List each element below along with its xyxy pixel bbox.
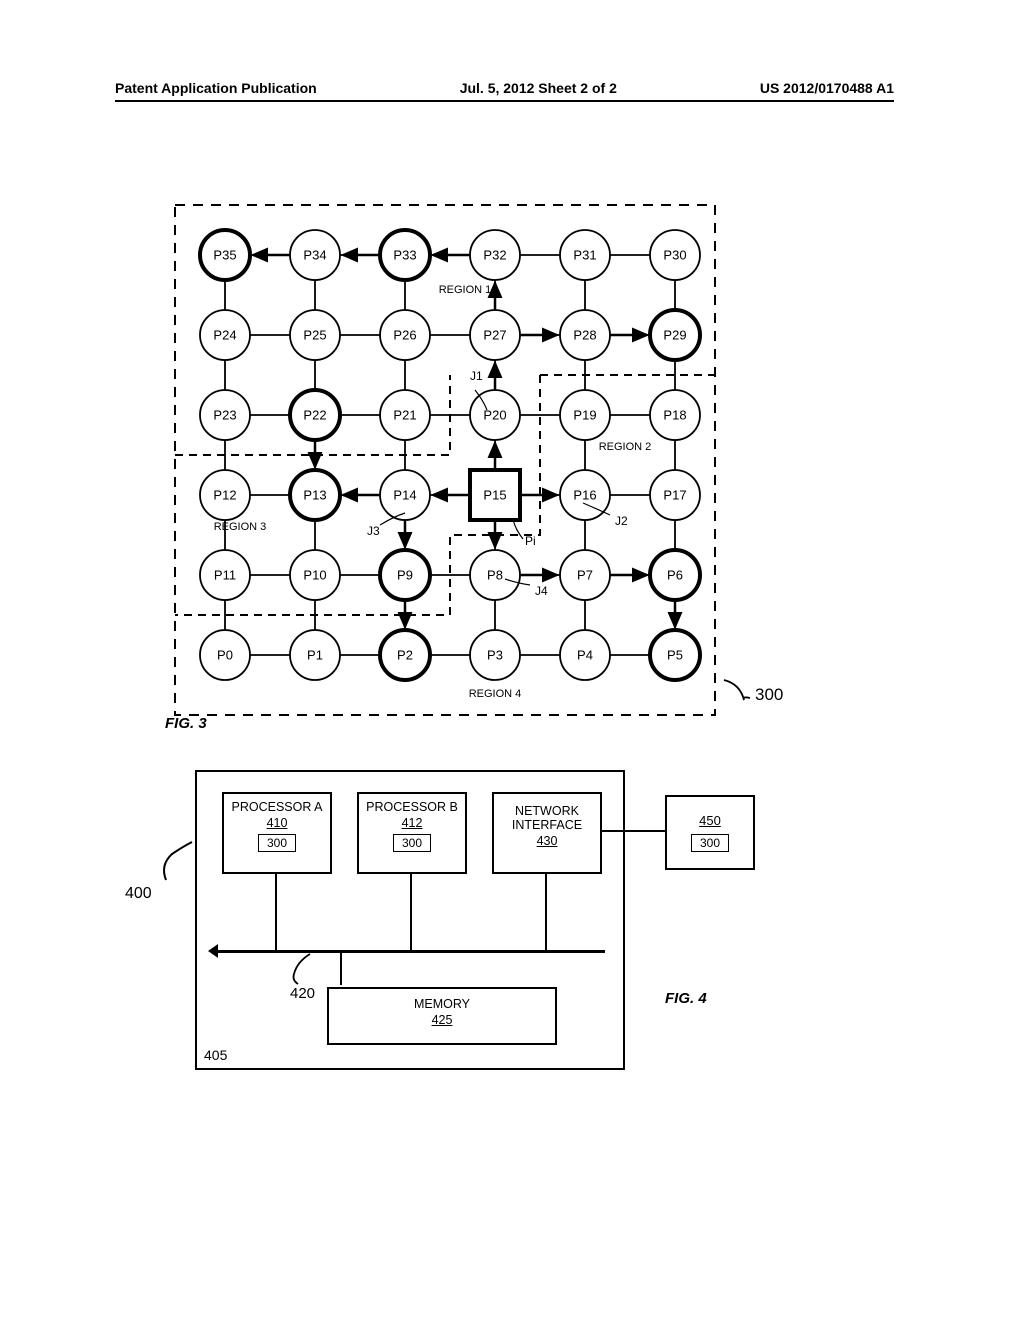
node-p1: P1 <box>307 648 323 663</box>
bus-arrow-icon <box>206 942 220 960</box>
processor-b-num: 412 <box>359 816 465 830</box>
node-p32: P32 <box>483 248 506 263</box>
memory-box: MEMORY 425 <box>327 987 557 1045</box>
node-p24: P24 <box>213 328 236 343</box>
fig4-420-hook-icon <box>282 952 312 987</box>
page-header: Patent Application Publication Jul. 5, 2… <box>115 80 894 96</box>
patent-page: Patent Application Publication Jul. 5, 2… <box>0 0 1024 1320</box>
figure-3-caption: FIG. 3 <box>165 715 207 732</box>
net-to-450-link <box>600 830 665 832</box>
node-p7: P7 <box>577 568 593 583</box>
region-1-label: REGION 1 <box>439 284 492 296</box>
region-4-label: REGION 4 <box>469 688 522 700</box>
node-p19: P19 <box>573 408 596 423</box>
network-interface-num: 430 <box>494 834 600 848</box>
region-3-label: REGION 3 <box>214 521 267 533</box>
node-p27: P27 <box>483 328 506 343</box>
processor-a-box: PROCESSOR A 410 300 <box>222 792 332 874</box>
figure-4-caption: FIG. 4 <box>665 990 707 1007</box>
header-center: Jul. 5, 2012 Sheet 2 of 2 <box>460 80 617 96</box>
network-interface-label: NETWORK INTERFACE <box>494 804 600 832</box>
bus-connector-a <box>275 872 277 950</box>
processor-a-num: 410 <box>224 816 330 830</box>
figure-3: P35 P34 P33 P32 P31 P30 P24 P25 P26 P27 … <box>165 195 725 725</box>
bus-connector-b <box>410 872 412 950</box>
j3-label: J3 <box>367 524 380 538</box>
system-bus <box>215 950 605 953</box>
node-p18: P18 <box>663 408 686 423</box>
node-p30: P30 <box>663 248 686 263</box>
memory-num: 425 <box>329 1013 555 1027</box>
node-p25: P25 <box>303 328 326 343</box>
node-p15: P15 <box>483 488 506 503</box>
j4-label: J4 <box>535 584 548 598</box>
external-450-inner: 300 <box>691 834 729 852</box>
node-p13: P13 <box>303 488 326 503</box>
processor-b-inner: 300 <box>393 834 431 852</box>
region-2-label: REGION 2 <box>599 441 652 453</box>
node-p31: P31 <box>573 248 596 263</box>
processor-b-label: PROCESSOR B <box>359 800 465 814</box>
figure-4-ref-405: 405 <box>204 1047 227 1063</box>
node-p21: P21 <box>393 408 416 423</box>
fig3-ref-hook-icon <box>722 678 756 702</box>
memory-label: MEMORY <box>329 997 555 1011</box>
node-p35: P35 <box>213 248 236 263</box>
figure-3-ref: 300 <box>755 685 783 705</box>
node-p33: P33 <box>393 248 416 263</box>
figure-4-ref-420: 420 <box>290 985 315 1002</box>
node-p34: P34 <box>303 248 326 263</box>
node-p6: P6 <box>667 568 683 583</box>
node-p12: P12 <box>213 488 236 503</box>
node-p28: P28 <box>573 328 596 343</box>
node-p23: P23 <box>213 408 236 423</box>
processor-a-inner: 300 <box>258 834 296 852</box>
fig4-400-hook-icon <box>158 840 198 885</box>
header-left: Patent Application Publication <box>115 80 317 96</box>
node-p11: P11 <box>214 568 236 583</box>
j2-label: J2 <box>615 514 628 528</box>
node-p3: P3 <box>487 648 503 663</box>
header-right: US 2012/0170488 A1 <box>760 80 894 96</box>
external-450-num: 450 <box>667 813 753 828</box>
node-p9: P9 <box>397 568 413 583</box>
processor-b-box: PROCESSOR B 412 300 <box>357 792 467 874</box>
node-p10: P10 <box>303 568 326 583</box>
node-p22: P22 <box>303 408 326 423</box>
figure-4-ref-400: 400 <box>125 885 152 903</box>
external-450-box: 450 300 <box>665 795 755 870</box>
node-p16: P16 <box>573 488 596 503</box>
node-p14: P14 <box>393 488 416 503</box>
node-p29: P29 <box>663 328 686 343</box>
node-p0: P0 <box>217 648 233 663</box>
node-p5: P5 <box>667 648 683 663</box>
network-interface-box: NETWORK INTERFACE 430 <box>492 792 602 874</box>
node-p17: P17 <box>663 488 686 503</box>
node-p26: P26 <box>393 328 416 343</box>
node-p8: P8 <box>487 568 503 583</box>
j1-label: J1 <box>470 369 483 383</box>
processor-a-label: PROCESSOR A <box>224 800 330 814</box>
node-p4: P4 <box>577 648 593 663</box>
bus-connector-mem <box>340 950 342 985</box>
node-p2: P2 <box>397 648 413 663</box>
header-rule <box>115 100 894 102</box>
bus-connector-net <box>545 872 547 950</box>
pi-label: Pi <box>525 534 536 548</box>
